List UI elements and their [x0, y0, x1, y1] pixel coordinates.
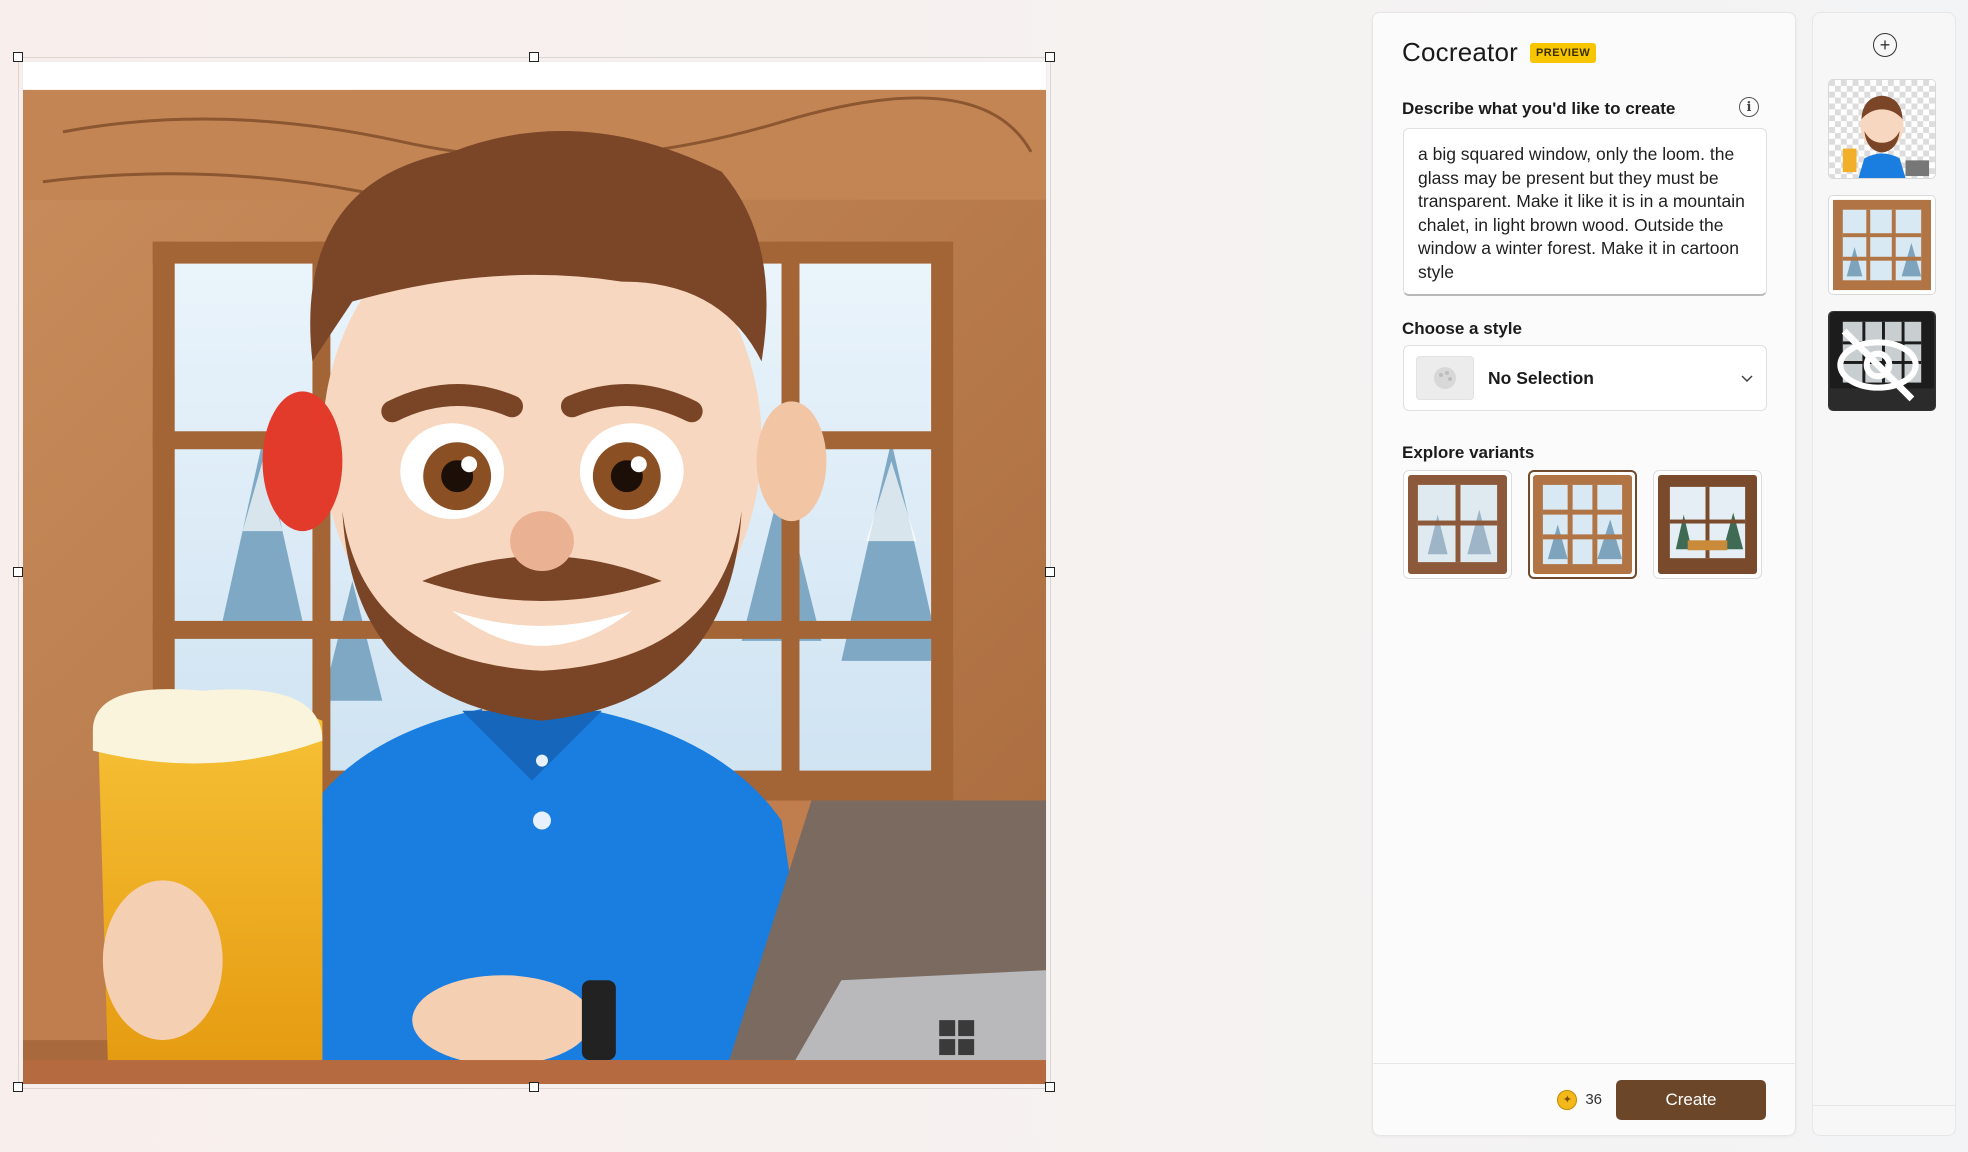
artboard-image[interactable] [22, 61, 1047, 1085]
resize-handle-right[interactable] [1045, 567, 1055, 577]
style-label: Choose a style [1402, 319, 1522, 338]
resize-handle-top-right[interactable] [1045, 52, 1055, 62]
layer-thumbnail-2[interactable] [1828, 195, 1936, 295]
style-dropdown[interactable]: No Selection [1403, 345, 1767, 411]
layer-thumbnail-1[interactable] [1828, 79, 1936, 179]
info-icon[interactable]: i [1739, 97, 1759, 117]
style-value: No Selection [1488, 367, 1594, 388]
canvas-area[interactable] [0, 0, 1370, 1152]
preview-badge: PREVIEW [1529, 42, 1597, 63]
resize-handle-top[interactable] [529, 52, 539, 62]
credits-value: 36 [1585, 1091, 1602, 1108]
layers-panel: + [1812, 12, 1956, 1136]
variants-row [1403, 470, 1762, 579]
describe-label: Describe what you'd like to create [1402, 99, 1676, 118]
credits-counter: ✦ 36 [1557, 1089, 1602, 1110]
resize-handle-top-left[interactable] [13, 52, 23, 62]
variants-label: Explore variants [1402, 443, 1535, 462]
resize-handle-left[interactable] [13, 567, 23, 577]
add-layer-icon[interactable]: + [1873, 33, 1897, 57]
chevron-down-icon [1741, 375, 1753, 383]
resize-handle-bottom[interactable] [529, 1082, 539, 1092]
composite-image [23, 89, 1046, 1084]
panel-title: Cocreator [1402, 37, 1518, 67]
create-button[interactable]: Create [1616, 1079, 1766, 1120]
credits-coin-icon: ✦ [1557, 1089, 1578, 1110]
window-variant-2-icon [1533, 475, 1632, 574]
style-placeholder-icon [1416, 356, 1474, 400]
character-layer-icon [1829, 80, 1935, 178]
window-layer-icon [1829, 196, 1935, 294]
eye-hidden-icon[interactable] [1828, 316, 1931, 411]
window-variant-3-icon [1658, 475, 1757, 574]
layer-thumbnail-3[interactable] [1828, 311, 1936, 411]
variant-thumbnail-1[interactable] [1403, 470, 1512, 579]
panel-header: Cocreator PREVIEW [1402, 37, 1597, 68]
resize-handle-bottom-left[interactable] [13, 1082, 23, 1092]
cocreator-panel: Cocreator PREVIEW Describe what you'd li… [1372, 12, 1796, 1136]
variant-thumbnail-2[interactable] [1528, 470, 1637, 579]
layers-footer [1813, 1105, 1955, 1135]
resize-handle-bottom-right[interactable] [1045, 1082, 1055, 1092]
window-variant-1-icon [1408, 475, 1507, 574]
prompt-textarea[interactable]: a big squared window, only the loom. the… [1403, 128, 1767, 296]
variant-thumbnail-3[interactable] [1653, 470, 1762, 579]
panel-footer: ✦ 36 Create [1373, 1063, 1795, 1135]
